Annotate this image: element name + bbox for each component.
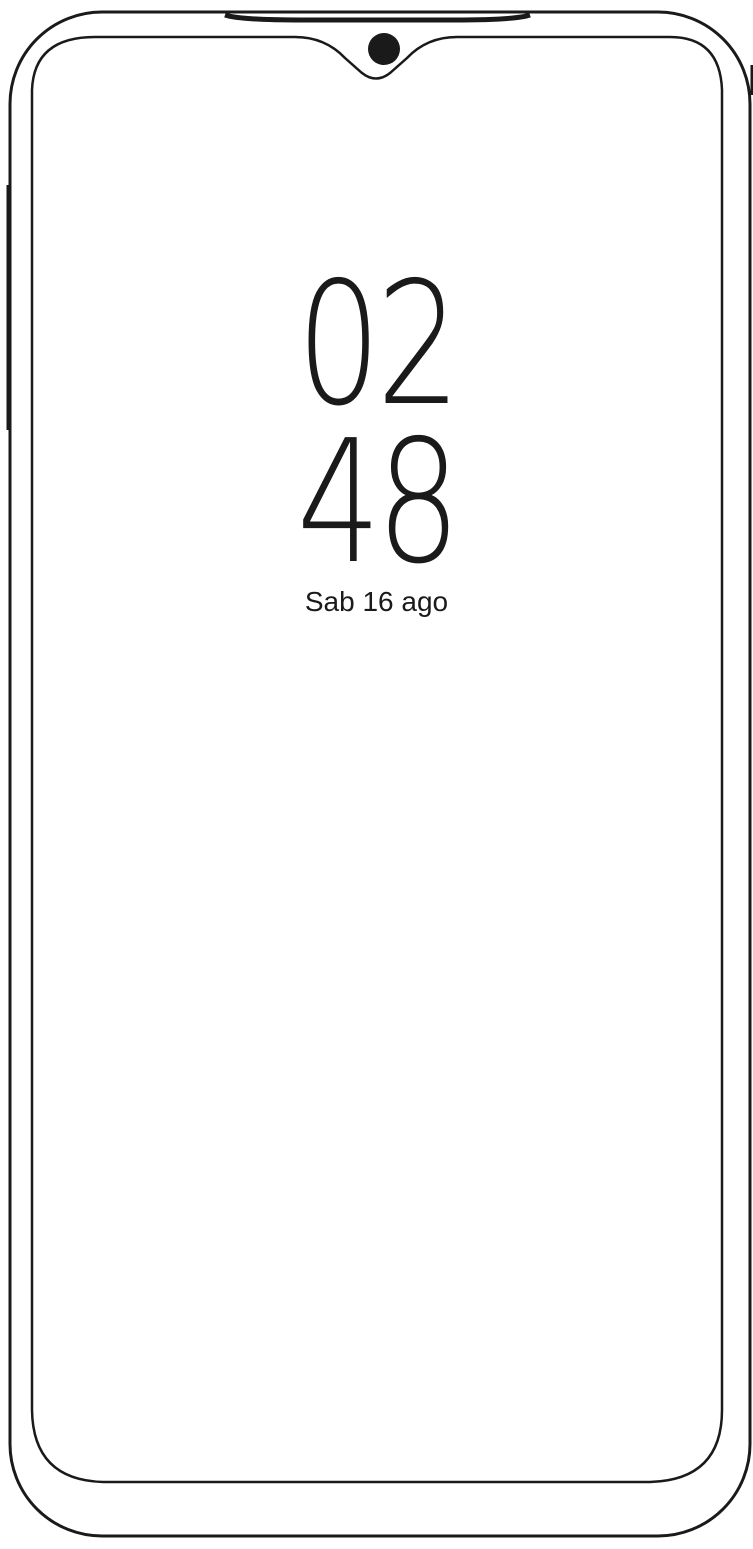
clock-minute: 48 — [296, 404, 461, 602]
front-camera-icon — [368, 33, 400, 65]
phone-frame — [6, 10, 753, 1538]
lockscreen-date: Sab 16 ago — [304, 586, 449, 617]
earpiece-bar — [224, 12, 531, 23]
